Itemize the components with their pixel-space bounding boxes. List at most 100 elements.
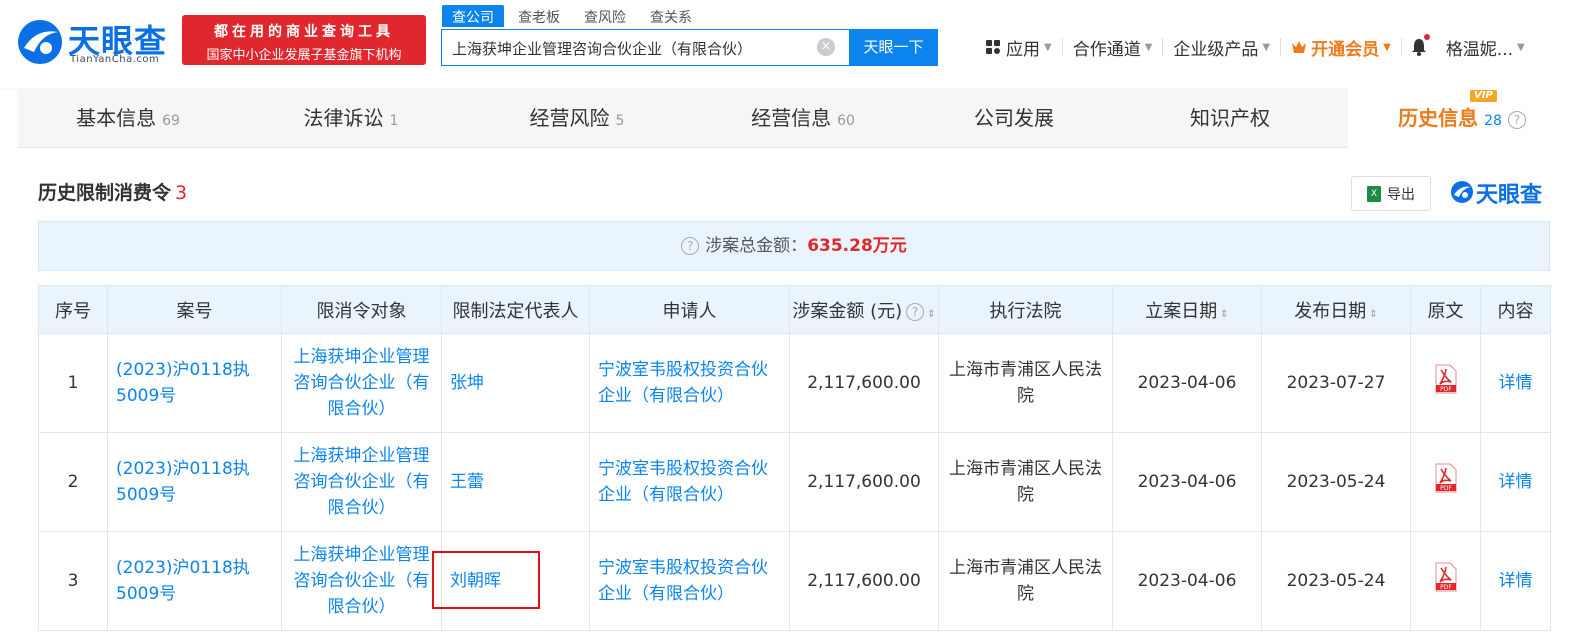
col-header: 执行法院 <box>938 285 1113 334</box>
export-label: 导出 <box>1387 186 1415 203</box>
col-header: 序号 <box>38 285 108 334</box>
export-button[interactable]: X 导出 <box>1351 176 1431 211</box>
help-icon[interactable]: ? <box>906 302 925 321</box>
cell-no: 1 <box>38 333 108 433</box>
col-header-amount[interactable]: 涉案金额 (元)? ⇕ <box>789 285 939 334</box>
nav-divider <box>1400 38 1402 56</box>
search-tab-boss[interactable]: 查老板 <box>508 5 570 27</box>
svg-text:PDF: PDF <box>1440 485 1452 492</box>
cell-amount: 2,117,600.00 <box>789 432 939 532</box>
col-header-published[interactable]: 发布日期 ⇕ <box>1261 285 1411 334</box>
col-header: 限制法定代表人 <box>441 285 590 334</box>
logo-subtext: TianYanCha.com <box>70 54 160 65</box>
cell-person-link[interactable]: 张坤 <box>441 333 590 433</box>
cell-filed: 2023-04-06 <box>1112 333 1262 433</box>
nav-user[interactable]: 格温妮... ▼ <box>1436 35 1535 60</box>
sort-icon[interactable]: ⇕ <box>927 309 935 320</box>
pdf-icon[interactable]: PDF <box>1434 463 1458 493</box>
sort-icon[interactable]: ⇕ <box>1369 309 1377 320</box>
col-header: 内容 <box>1480 285 1551 334</box>
tianyancha-logo[interactable]: 天眼查 TianYanCha.com <box>16 16 172 68</box>
sort-icon[interactable]: ⇕ <box>1220 309 1228 320</box>
excel-icon: X <box>1367 185 1381 202</box>
slogan-banner: 都在用的商业查询工具 国家中小企业发展子基金旗下机构 <box>182 15 426 65</box>
tab-risk[interactable]: 经营风险 5 <box>464 88 690 148</box>
nav-vip-label: 开通会员 <box>1311 39 1380 60</box>
search-input-value[interactable]: 上海获坤企业管理咨询合伙企业（有限合伙） <box>452 38 752 59</box>
highlight-box <box>432 551 540 609</box>
col-header: 原文 <box>1410 285 1481 334</box>
search-input[interactable]: 上海获坤企业管理咨询合伙企业（有限合伙） × <box>441 29 849 66</box>
tab-ip[interactable]: 知识产权 <box>1112 88 1348 148</box>
cell-applicant-link[interactable]: 宁波室韦股权投资合伙企业（有限合伙） <box>589 531 790 631</box>
tab-label: 经营信息 <box>751 106 832 130</box>
tab-count: 1 <box>389 113 399 129</box>
cell-target-link[interactable]: 上海获坤企业管理咨询合伙企业（有限合伙） <box>281 531 442 631</box>
table-row: 2 (2023)沪0118执5009号 上海获坤企业管理咨询合伙企业（有限合伙）… <box>38 432 1551 532</box>
col-header: 案号 <box>107 285 282 334</box>
cell-amount: 2,117,600.00 <box>789 531 939 631</box>
summary-label: 涉案总金额： <box>705 236 808 256</box>
col-header: 发布日期 <box>1294 300 1367 322</box>
chevron-down-icon: ▼ <box>1044 41 1052 53</box>
table-row: 1 (2023)沪0118执5009号 上海获坤企业管理咨询合伙企业（有限合伙）… <box>38 333 1551 433</box>
tab-history[interactable]: VIP 历史信息 28? <box>1348 88 1576 148</box>
cell-case-link[interactable]: (2023)沪0118执5009号 <box>107 531 282 631</box>
slogan-line-1: 都在用的商业查询工具 <box>214 24 394 40</box>
watermark-logo: 天眼查 <box>1450 177 1552 208</box>
svg-text:PDF: PDF <box>1440 386 1452 393</box>
cell-applicant-link[interactable]: 宁波室韦股权投资合伙企业（有限合伙） <box>589 432 790 532</box>
summary-bar: ? 涉案总金额：635.28万元 <box>38 221 1550 271</box>
cell-applicant-link[interactable]: 宁波室韦股权投资合伙企业（有限合伙） <box>589 333 790 433</box>
nav-apps[interactable]: 应用 ▼ <box>976 35 1062 60</box>
tab-legal[interactable]: 法律诉讼 1 <box>238 88 464 148</box>
logo-mark-icon <box>1451 181 1473 203</box>
tab-count: 60 <box>837 113 855 129</box>
slogan-line-2: 国家中小企业发展子基金旗下机构 <box>206 48 402 63</box>
chevron-down-icon: ▼ <box>1517 41 1525 53</box>
apps-grid-icon <box>986 40 1000 54</box>
search-button[interactable]: 天眼一下 <box>849 29 938 66</box>
tab-label: 经营风险 <box>529 106 610 130</box>
cell-no: 2 <box>38 432 108 532</box>
cell-pdf: PDF <box>1410 333 1481 433</box>
vip-badge: VIP <box>1470 90 1497 102</box>
clear-search-icon[interactable]: × <box>817 38 835 56</box>
cell-person-link[interactable]: 王蕾 <box>441 432 590 532</box>
tab-label: 公司发展 <box>974 106 1054 130</box>
col-header-filed[interactable]: 立案日期 ⇕ <box>1112 285 1262 334</box>
pdf-icon[interactable]: PDF <box>1434 562 1458 592</box>
help-icon[interactable]: ? <box>1507 110 1526 129</box>
svg-text:PDF: PDF <box>1440 584 1452 591</box>
search-tab-risk[interactable]: 查风险 <box>574 5 636 27</box>
nav-vip[interactable]: 开通会员 ▼ <box>1281 35 1401 60</box>
cell-detail-link[interactable]: 详情 <box>1480 531 1551 631</box>
section-count: 3 <box>175 182 188 204</box>
cell-detail-link[interactable]: 详情 <box>1480 432 1551 532</box>
cell-court: 上海市青浦区人民法院 <box>938 333 1113 433</box>
nav-partner[interactable]: 合作通道 ▼ <box>1063 35 1163 60</box>
chevron-down-icon: ▼ <box>1262 41 1271 53</box>
search-tab-relation[interactable]: 查关系 <box>640 5 702 27</box>
cell-case-link[interactable]: (2023)沪0118执5009号 <box>107 333 282 433</box>
table-header-row: 序号 案号 限消令对象 限制法定代表人 申请人 涉案金额 (元)? ⇕ 执行法院 … <box>38 285 1551 334</box>
tab-basic-info[interactable]: 基本信息 69 <box>18 88 238 148</box>
nav-enterprise[interactable]: 企业级产品 ▼ <box>1163 35 1280 60</box>
cell-target-link[interactable]: 上海获坤企业管理咨询合伙企业（有限合伙） <box>281 333 442 433</box>
notification-bell-icon[interactable] <box>1408 34 1430 58</box>
cell-detail-link[interactable]: 详情 <box>1480 333 1551 433</box>
search-tab-company[interactable]: 查公司 <box>442 5 504 27</box>
pdf-icon[interactable]: PDF <box>1434 364 1458 394</box>
help-icon[interactable]: ? <box>681 237 700 255</box>
tab-label: 基本信息 <box>76 106 157 130</box>
tab-development[interactable]: 公司发展 <box>916 88 1112 148</box>
search-type-tabs: 查公司 查老板 查风险 查关系 <box>442 5 706 29</box>
tab-label: 历史信息 <box>1398 106 1479 130</box>
cell-pdf: PDF <box>1410 531 1481 631</box>
top-right-nav: 应用 ▼ 合作通道 ▼ 企业级产品 ▼ 开通会员 ▼ 格温妮... ▼ <box>976 32 1535 62</box>
cell-case-link[interactable]: (2023)沪0118执5009号 <box>107 432 282 532</box>
col-header: 立案日期 <box>1145 300 1218 322</box>
tab-operation[interactable]: 经营信息 60 <box>690 88 916 148</box>
cell-target-link[interactable]: 上海获坤企业管理咨询合伙企业（有限合伙） <box>281 432 442 532</box>
chevron-down-icon: ▼ <box>1383 41 1391 53</box>
